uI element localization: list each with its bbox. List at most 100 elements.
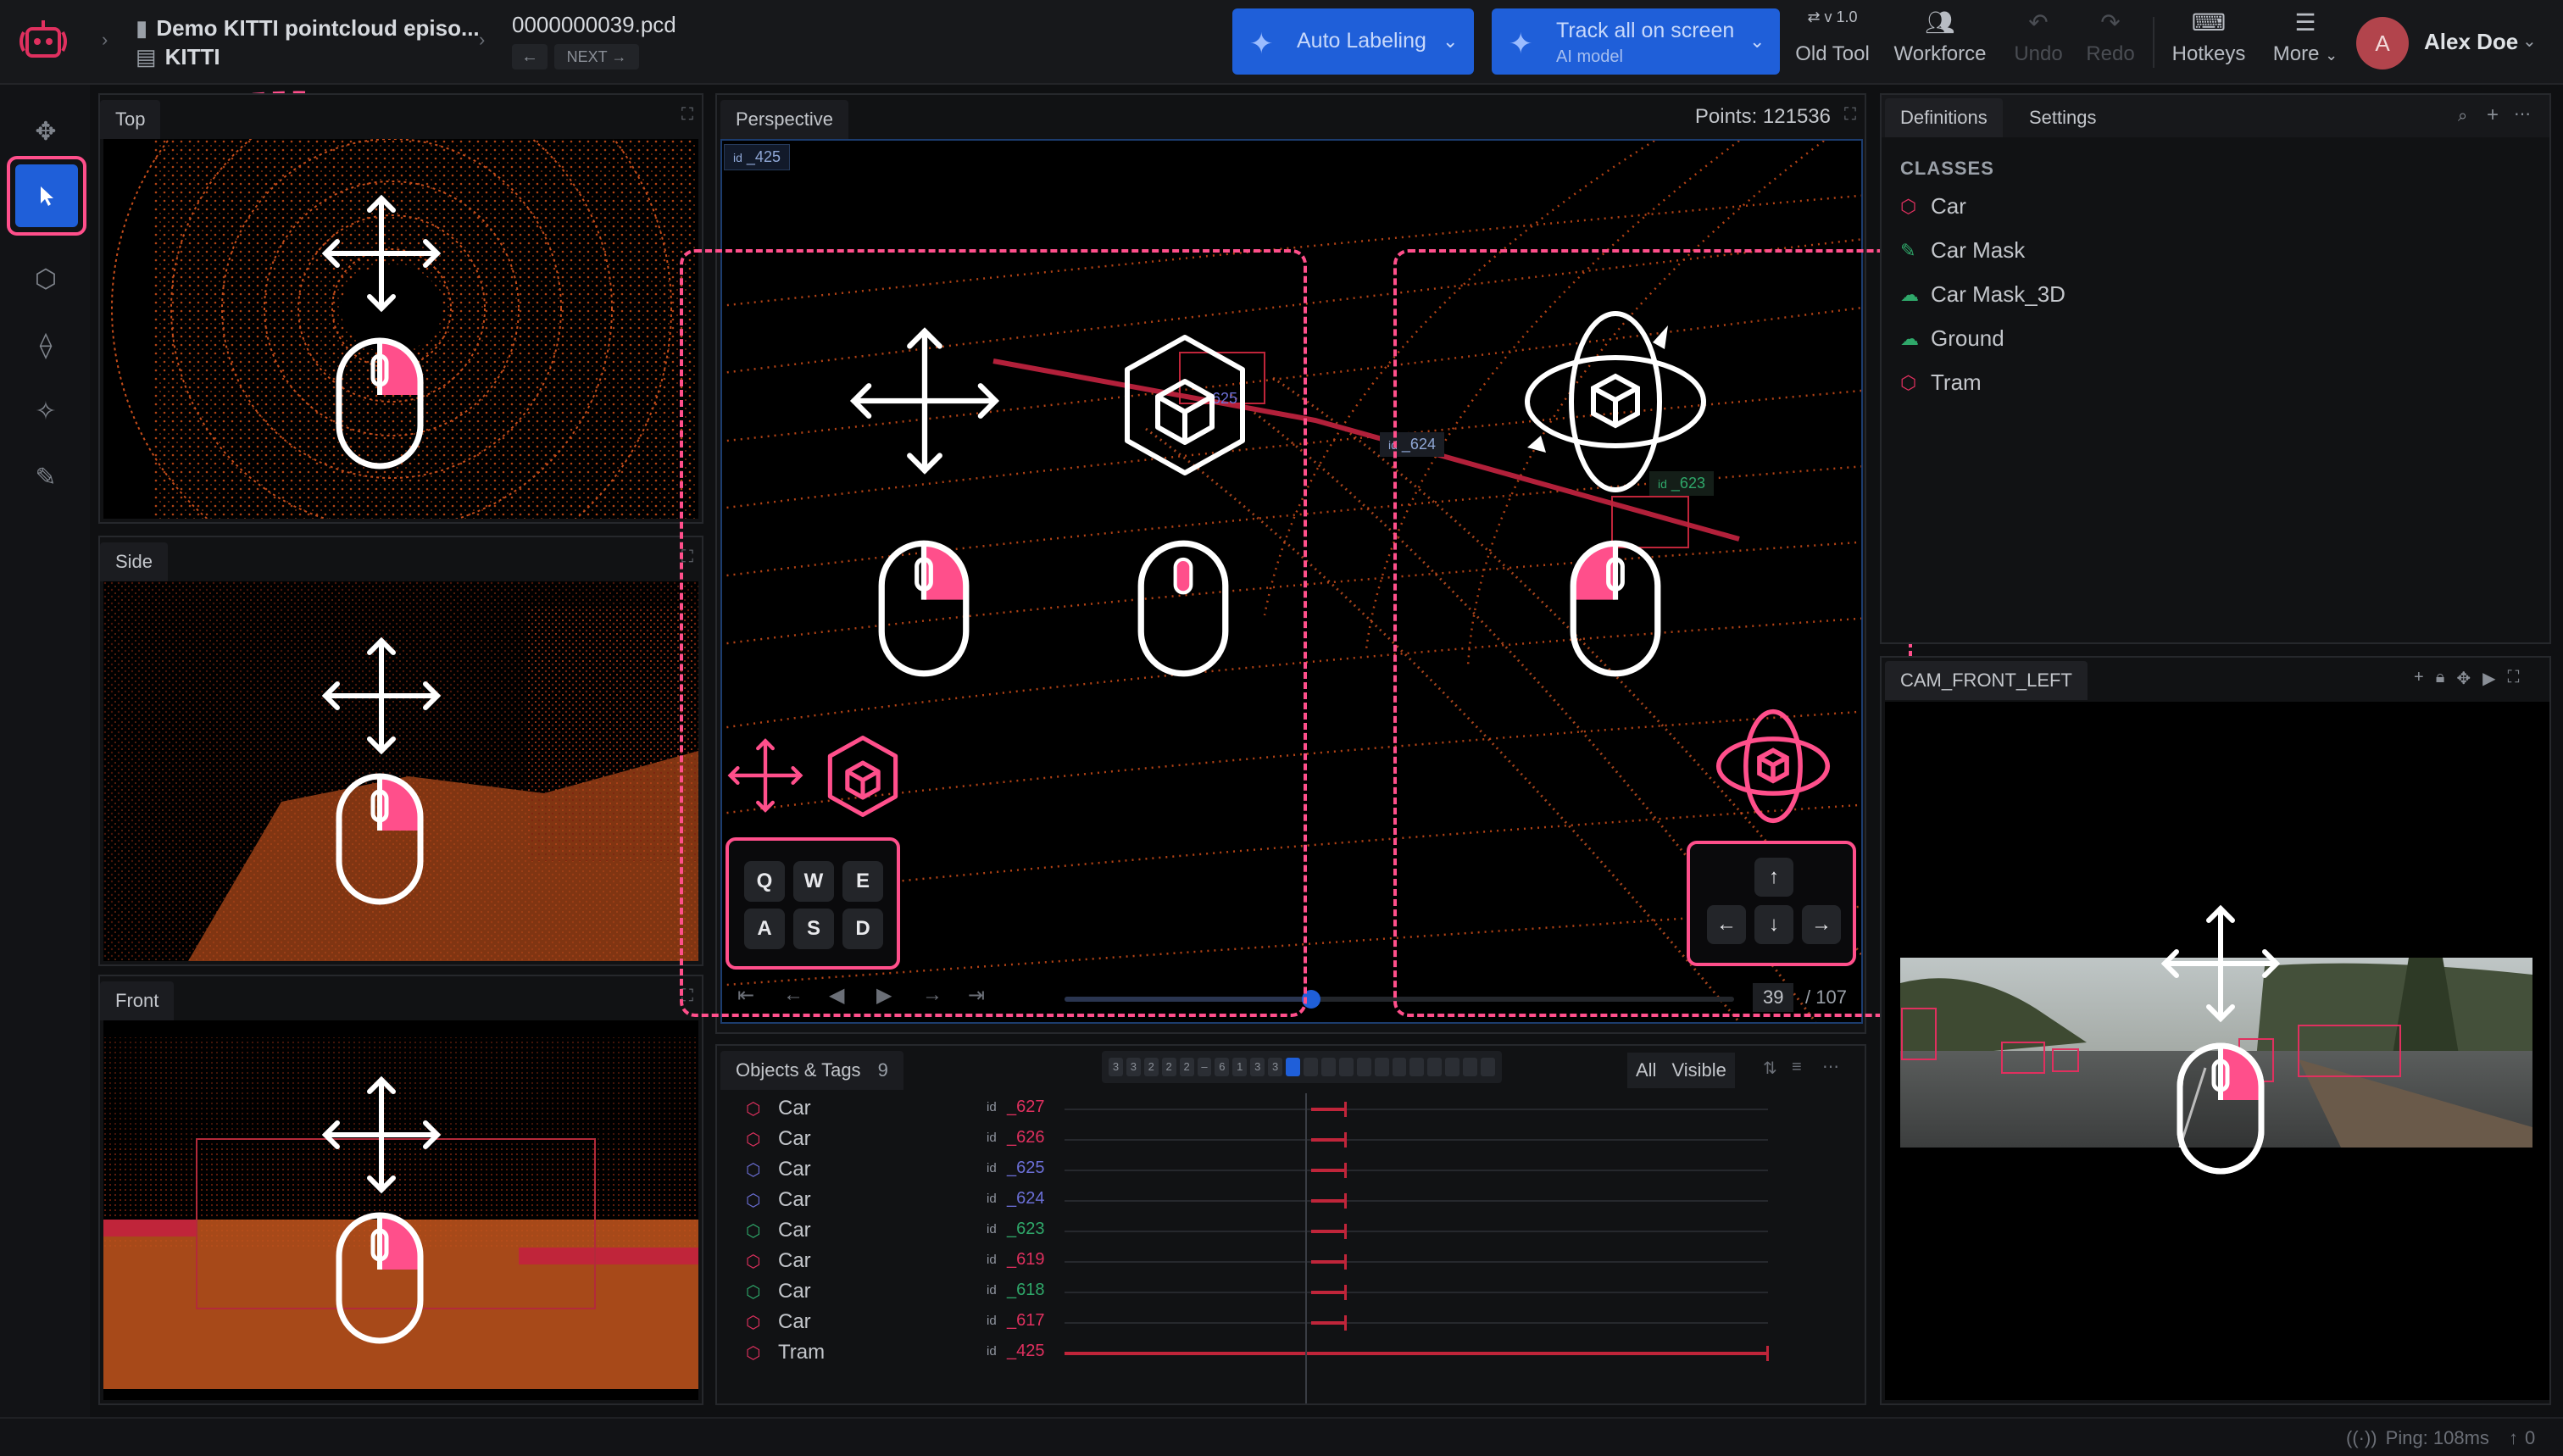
track-timeline[interactable] (1065, 1224, 1768, 1239)
search-icon[interactable]: ⌕ (2458, 107, 2467, 126)
table-row[interactable]: ⬡ Car id _627 (717, 1093, 1865, 1124)
track-timeline[interactable] (1065, 1193, 1768, 1209)
fullscreen-icon[interactable]: ⛶ (681, 105, 693, 125)
side-view-tab[interactable]: Side (100, 542, 169, 581)
more-options-icon[interactable]: ⋯ (1822, 1056, 1839, 1077)
add-icon[interactable]: + (2487, 103, 2499, 127)
frame-cell-empty[interactable] (1445, 1058, 1460, 1076)
magic-wand-tool[interactable]: ✧ (14, 381, 78, 441)
frame-cell-empty[interactable] (1338, 1058, 1354, 1076)
table-row[interactable]: ⬡ Car id _618 (717, 1276, 1865, 1307)
project-breadcrumb[interactable]: ▮ Demo KITTI pointcloud episo... (136, 15, 480, 42)
class-item[interactable]: ⬡ Car (1900, 193, 1966, 220)
track-timeline[interactable] (1065, 1132, 1768, 1148)
app-logo[interactable] (17, 15, 69, 68)
camera-canvas[interactable] (1885, 702, 2549, 1400)
more-options-icon[interactable]: ⋯ (2514, 103, 2531, 125)
prev-button[interactable]: ← (512, 44, 548, 69)
frame-cell[interactable]: 6 (1215, 1058, 1230, 1076)
sort-icon[interactable]: ⇅ (1763, 1058, 1777, 1079)
table-row[interactable]: ⬡ Car id _624 (717, 1185, 1865, 1215)
frame-cell[interactable]: 2 (1143, 1058, 1159, 1076)
track-segment[interactable] (1310, 1108, 1346, 1111)
user-menu[interactable]: A Alex Doe ⌄ (2356, 17, 2546, 69)
frame-cell-empty[interactable] (1392, 1058, 1407, 1076)
frame-cell-empty[interactable] (1374, 1058, 1389, 1076)
frame-cell-empty[interactable] (1463, 1058, 1478, 1076)
more-button[interactable]: ☰ More ⌄ (2263, 8, 2348, 66)
track-timeline[interactable] (1065, 1285, 1768, 1300)
class-item[interactable]: ☁ Car Mask_3D (1900, 281, 2065, 308)
top-view-tab[interactable]: Top (100, 100, 161, 139)
auto-labeling-button[interactable]: ✦ Auto Labeling ⌄ (1232, 8, 1474, 75)
tab-definitions[interactable]: Definitions (1885, 98, 2003, 137)
lock-icon[interactable]: 🔒︎ (2436, 668, 2445, 689)
track-segment[interactable] (1310, 1291, 1346, 1294)
class-item[interactable]: ☁ Ground (1900, 325, 2004, 352)
frame-cell[interactable]: 3 (1268, 1058, 1283, 1076)
class-item[interactable]: ⬡ Tram (1900, 370, 1982, 396)
filter-all-button[interactable]: All (1636, 1059, 1656, 1081)
table-row[interactable]: ⬡ Car id _619 (717, 1246, 1865, 1276)
class-item[interactable]: ✎ Car Mask (1900, 237, 2025, 264)
tab-settings[interactable]: Settings (2014, 98, 2112, 137)
filter-icon[interactable]: ≡ (1792, 1058, 1802, 1077)
frame-cell[interactable]: 2 (1161, 1058, 1176, 1076)
fullscreen-icon[interactable]: ⛶ (2507, 668, 2519, 689)
track-segment[interactable] (1310, 1138, 1346, 1142)
pan-tool[interactable]: ✥ (14, 102, 78, 161)
objects-tab[interactable]: Objects & Tags 9 (720, 1051, 903, 1090)
frame-cell[interactable]: 1 (1232, 1058, 1248, 1076)
frame-cell-empty[interactable] (1409, 1058, 1425, 1076)
table-row[interactable]: ⬡ Tram id _425 (717, 1337, 1865, 1368)
frame-cell[interactable]: 3 (1250, 1058, 1265, 1076)
track-timeline[interactable] (1065, 1163, 1768, 1178)
redo-button[interactable]: ↷ Redo (2081, 8, 2140, 66)
table-row[interactable]: ⬡ Car id _617 (717, 1307, 1865, 1337)
side-view-canvas[interactable] (103, 581, 698, 961)
front-view-canvas[interactable] (103, 1020, 698, 1400)
visibility-filter[interactable]: All Visible (1627, 1053, 1735, 1088)
perspective-tab[interactable]: Perspective (720, 100, 848, 139)
frame-cell-empty[interactable] (1427, 1058, 1443, 1076)
top-view-canvas[interactable] (103, 139, 698, 519)
move-icon[interactable]: ✥ (2456, 668, 2471, 689)
frame-cell[interactable]: – (1197, 1058, 1212, 1076)
front-view-tab[interactable]: Front (100, 981, 175, 1020)
table-row[interactable]: ⬡ Car id _623 (717, 1215, 1865, 1246)
track-segment[interactable] (1310, 1321, 1346, 1325)
table-row[interactable]: ⬡ Car id _626 (717, 1124, 1865, 1154)
track-all-button[interactable]: ✦ Track all on screen AI model ⌄ (1492, 8, 1780, 75)
video-icon[interactable]: ▶ (2482, 668, 2495, 689)
add-icon[interactable]: + (2414, 668, 2424, 689)
track-timeline[interactable] (1065, 1102, 1768, 1117)
track-timeline[interactable] (1065, 1254, 1768, 1270)
fullscreen-icon[interactable]: ⛶ (1844, 105, 1856, 125)
track-segment[interactable] (1310, 1199, 1346, 1203)
filter-visible-button[interactable]: Visible (1671, 1059, 1726, 1081)
track-timeline[interactable] (1065, 1315, 1768, 1331)
track-segment[interactable] (1310, 1260, 1346, 1264)
workforce-button[interactable]: 👥︎ Workforce (1887, 8, 1993, 66)
dataset-breadcrumb[interactable]: ▤ KITTI (136, 44, 220, 70)
frame-cell[interactable]: 3 (1109, 1058, 1123, 1076)
track-segment[interactable] (1065, 1352, 1768, 1355)
track-segment[interactable] (1310, 1169, 1346, 1172)
frame-cell[interactable]: 3 (1126, 1058, 1141, 1076)
hotkeys-button[interactable]: ⌨ Hotkeys (2166, 8, 2251, 66)
frame-cell-empty[interactable] (1303, 1058, 1318, 1076)
undo-button[interactable]: ↶ Undo (2009, 8, 2068, 66)
frame-cell-empty[interactable] (1356, 1058, 1371, 1076)
track-segment[interactable] (1310, 1230, 1346, 1233)
track-timeline[interactable] (1065, 1346, 1769, 1361)
frame-cell-empty[interactable] (1320, 1058, 1336, 1076)
frame-cell[interactable]: 2 (1179, 1058, 1194, 1076)
cuboid-tool[interactable]: ⬡ (14, 249, 78, 308)
polyline-tool[interactable]: ⟠ (14, 315, 78, 375)
frame-cell-empty[interactable] (1286, 1058, 1300, 1076)
frame-strip[interactable]: 3 3 2 2 2–6 1 3 3 (1102, 1051, 1502, 1083)
next-button[interactable]: NEXT → (554, 44, 639, 69)
object-id-tag[interactable]: id _425 (724, 144, 790, 170)
old-tool-button[interactable]: ⇄ v 1.0 Old Tool (1790, 8, 1875, 66)
frame-cell-empty[interactable] (1481, 1058, 1495, 1076)
